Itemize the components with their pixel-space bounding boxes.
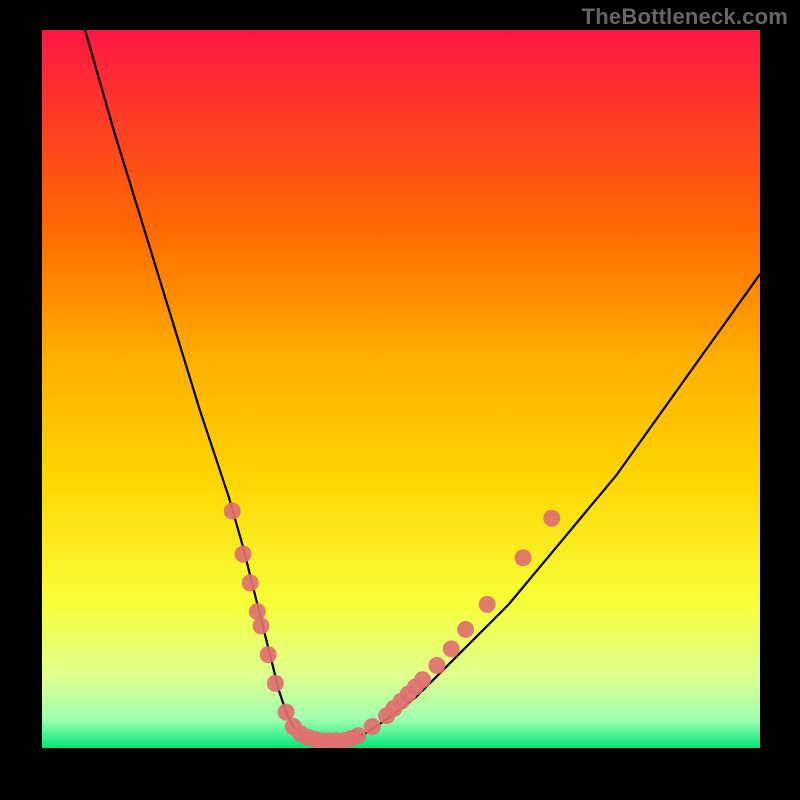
data-marker (349, 727, 366, 744)
plot-svg (42, 30, 760, 748)
data-marker (249, 603, 266, 620)
data-marker (515, 549, 532, 566)
chart-stage: TheBottleneck.com (0, 0, 800, 800)
data-marker (252, 617, 269, 634)
data-marker (235, 546, 252, 563)
data-marker (267, 675, 284, 692)
data-marker (457, 621, 474, 638)
data-marker (224, 503, 241, 520)
data-marker (364, 718, 381, 735)
data-marker (260, 646, 277, 663)
data-marker (414, 671, 431, 688)
data-marker (479, 596, 496, 613)
data-marker (543, 510, 560, 527)
watermark-text: TheBottleneck.com (582, 4, 788, 30)
gradient-background (42, 30, 760, 748)
data-marker (443, 640, 460, 657)
plot-area (42, 30, 760, 748)
data-marker (242, 574, 259, 591)
data-marker (428, 657, 445, 674)
